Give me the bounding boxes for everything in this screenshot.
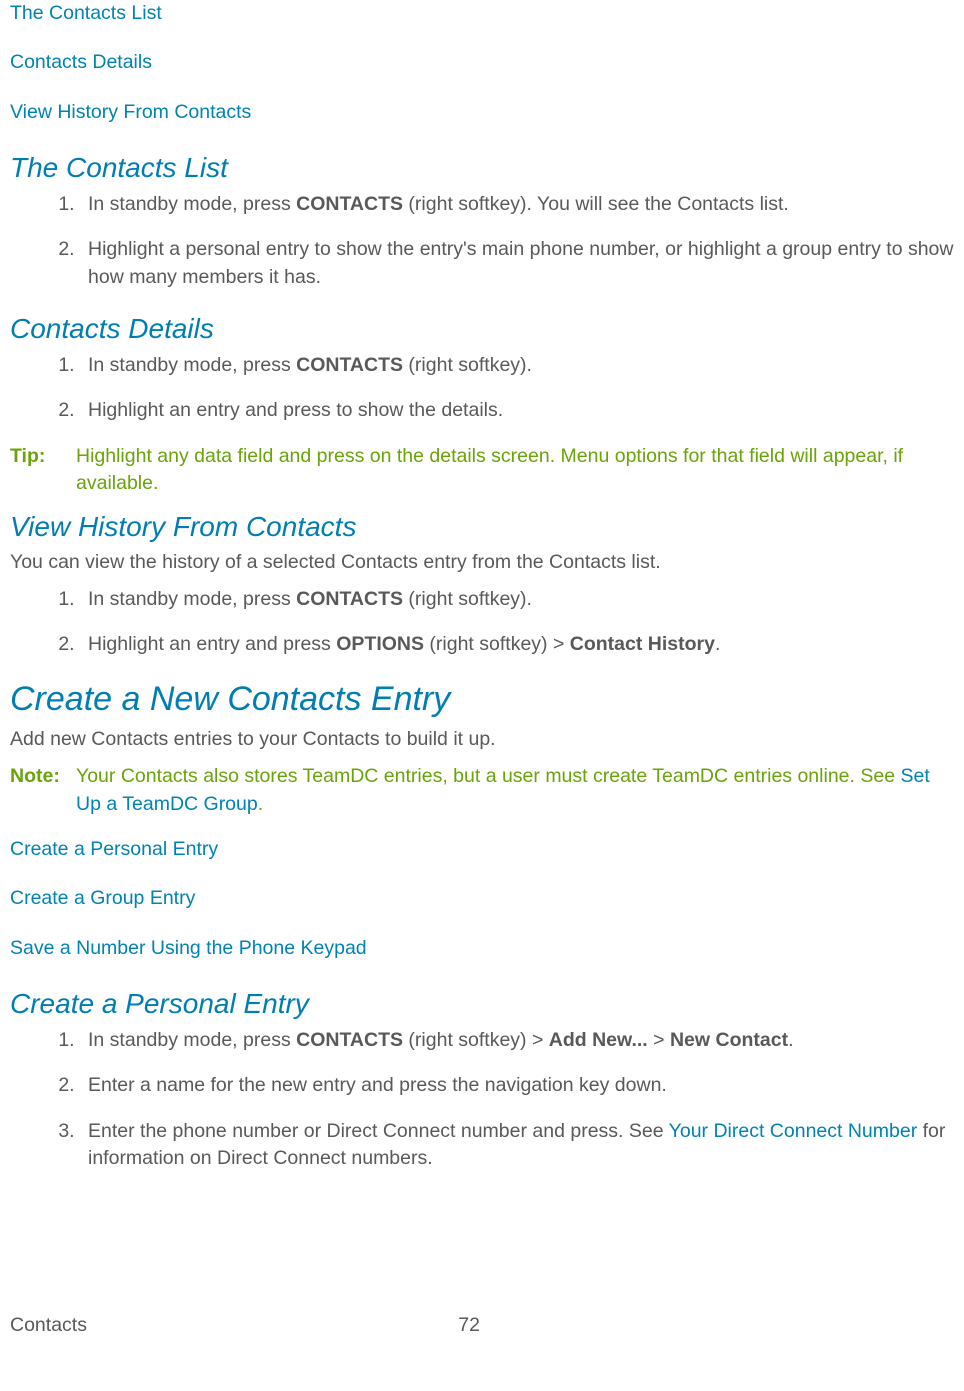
list-item: In standby mode, press CONTACTS (right s… <box>80 586 954 613</box>
list-item: Enter a name for the new entry and press… <box>80 1072 954 1099</box>
list-item: In standby mode, press CONTACTS (right s… <box>80 352 954 379</box>
toc-link-contacts-details[interactable]: Contacts Details <box>10 49 954 76</box>
toc-link-view-history[interactable]: View History From Contacts <box>10 99 954 126</box>
heading-contacts-list: The Contacts List <box>10 148 954 187</box>
list-item: Highlight a personal entry to show the e… <box>80 236 954 291</box>
list-item: In standby mode, press CONTACTS (right s… <box>80 191 954 218</box>
heading-create-personal-entry: Create a Personal Entry <box>10 984 954 1023</box>
tip-text: Highlight any data field and press on th… <box>76 443 954 498</box>
tip-label: Tip: <box>10 443 76 498</box>
note-block: Note: Your Contacts also stores TeamDC e… <box>10 763 954 818</box>
list-item: Highlight an entry and press to show the… <box>80 397 954 424</box>
note-text: Your Contacts also stores TeamDC entries… <box>76 763 954 818</box>
note-label: Note: <box>10 763 76 818</box>
link-direct-connect-number[interactable]: Your Direct Connect Number <box>669 1120 918 1142</box>
list-item: Enter the phone number or Direct Connect… <box>80 1118 954 1173</box>
tip-block: Tip: Highlight any data field and press … <box>10 443 954 498</box>
section-intro: Add new Contacts entries to your Contact… <box>10 726 954 753</box>
heading-view-history: View History From Contacts <box>10 507 954 546</box>
page-footer: Contacts 72 <box>10 1312 480 1339</box>
toc-link-save-number[interactable]: Save a Number Using the Phone Keypad <box>10 935 954 962</box>
toc-link-create-personal[interactable]: Create a Personal Entry <box>10 836 954 863</box>
footer-page-number: 72 <box>458 1312 480 1339</box>
list-item: In standby mode, press CONTACTS (right s… <box>80 1027 954 1054</box>
section-intro: You can view the history of a selected C… <box>10 549 954 576</box>
toc-link-create-group[interactable]: Create a Group Entry <box>10 885 954 912</box>
heading-create-new-entry: Create a New Contacts Entry <box>10 676 954 724</box>
list-item: Highlight an entry and press OPTIONS (ri… <box>80 631 954 658</box>
footer-section: Contacts <box>10 1312 87 1339</box>
toc-link-contacts-list[interactable]: The Contacts List <box>10 0 954 27</box>
heading-contacts-details: Contacts Details <box>10 309 954 348</box>
